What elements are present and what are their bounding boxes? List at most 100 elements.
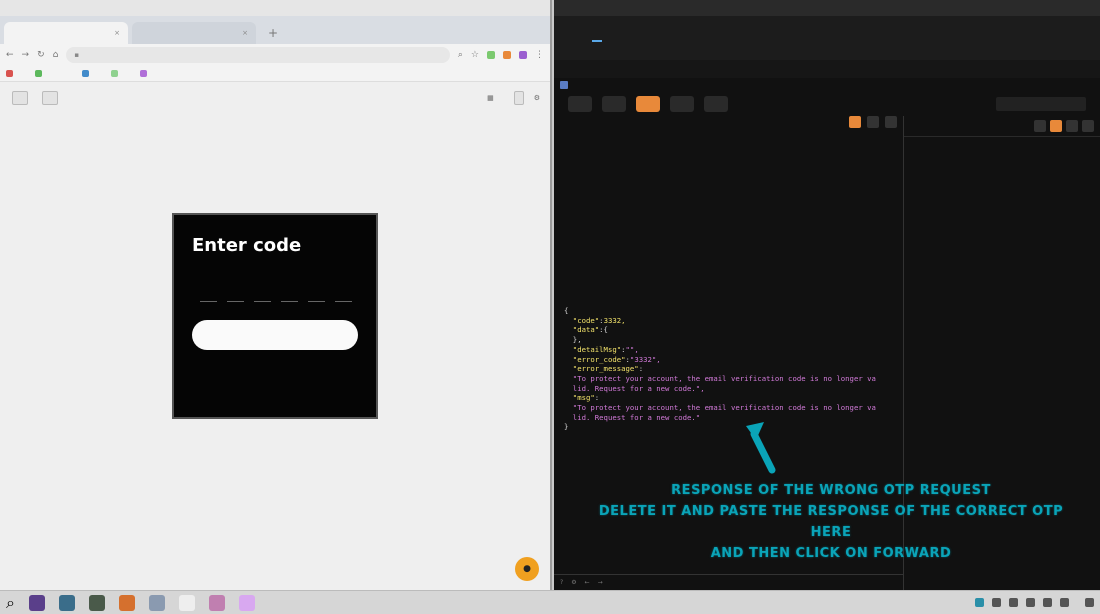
close-icon[interactable] [1082,120,1094,132]
bookmark-item[interactable] [82,70,93,77]
tool-tab[interactable] [704,28,714,42]
browser-tab[interactable]: × [132,22,256,44]
volume-icon[interactable] [1060,598,1069,607]
intercept-toggle-button[interactable] [636,96,660,112]
otp-digit-input[interactable] [254,282,271,302]
zoom-icon[interactable]: ⌕ [458,50,463,60]
info-icon [560,81,568,89]
home-icon[interactable]: ⌂ [53,50,59,60]
bookmark-item[interactable] [6,70,17,77]
bookmark-item[interactable] [140,70,151,77]
app-icon[interactable] [58,594,75,611]
browser-tab[interactable]: × [4,22,128,44]
page-toolbar-select[interactable] [513,91,524,105]
settings-icon[interactable]: ⚙ [571,579,576,586]
otp-digit-input[interactable] [281,282,298,302]
close-icon[interactable]: × [114,29,120,37]
back-icon[interactable]: ← [6,50,14,60]
settings-icon[interactable]: ⚙ [534,94,540,102]
settings-icon[interactable] [1066,120,1078,132]
proxy-subtabs [554,60,1100,78]
app-icon[interactable] [238,594,255,611]
forward-button[interactable] [568,96,592,112]
page-toolbar: ▦ ⚙ [12,90,540,106]
new-tab-button[interactable]: + [260,26,286,44]
menu-icon[interactable] [885,116,897,128]
tray-icon[interactable] [1026,598,1035,607]
close-icon[interactable]: × [242,29,248,37]
bookmark-item[interactable] [35,70,46,77]
floating-action-button[interactable]: ● [515,557,539,581]
wifi-icon[interactable] [1043,598,1052,607]
intercept-actions [554,92,1100,116]
inspector-row[interactable] [904,136,1100,150]
address-bar[interactable]: ▪ [66,47,450,63]
tool-tab[interactable] [576,28,586,42]
tool-tab-proxy[interactable] [592,28,602,42]
reload-icon[interactable]: ↻ [37,50,45,60]
help-icon[interactable]: ? [560,579,563,586]
otp-digit-input[interactable] [227,282,244,302]
tool-tab[interactable] [672,28,682,42]
otp-digit-input[interactable] [308,282,325,302]
tool-tab[interactable] [624,28,634,42]
drop-button[interactable] [602,96,626,112]
tool-tab[interactable] [656,28,666,42]
action-button[interactable] [670,96,694,112]
tray-icon[interactable] [1009,598,1018,607]
menu-icon[interactable]: ⋮ [535,50,544,60]
tool-tab[interactable] [752,28,762,42]
wrap-icon[interactable] [867,116,879,128]
editor-statusbar: ? ⚙ ← → [554,574,904,590]
bookmark-star-icon[interactable]: ☆ [471,50,479,60]
app-icon[interactable] [88,594,105,611]
tray-icon[interactable] [975,598,984,607]
otp-digit-input[interactable] [200,282,217,302]
tool-tab[interactable] [688,28,698,42]
json-brace: }, [572,335,582,345]
arrow-head [746,422,764,440]
tool-tab[interactable] [560,28,570,42]
json-key: "detailMsg" [572,344,622,354]
otp-digit-group [192,282,358,302]
search-icon[interactable]: ⌕ [6,593,15,613]
app-icon[interactable] [148,594,165,611]
layout-icon[interactable] [1034,120,1046,132]
json-key: "msg" [572,393,595,403]
app-icon[interactable] [178,594,195,611]
grid-icon[interactable]: ▦ [487,94,494,102]
bookmark-icon [82,70,89,77]
otp-dialog: Enter code [172,213,378,419]
taskbar: ⌕ [0,590,1100,614]
extension-icon[interactable] [503,51,511,59]
app-icon[interactable] [208,594,225,611]
app-icon[interactable] [118,594,135,611]
desktop: × × + ← → ↻ ⌂ ▪ ⌕ ☆ ⋮ ▦ ⚙ Enter code ● {… [0,0,1100,614]
annotation-arrow [746,422,776,474]
tool-tab[interactable] [640,28,650,42]
response-body[interactable]: { "code":3332, "data":{ }, "detailMsg":"… [564,306,876,432]
layout-icon[interactable] [1050,120,1062,132]
forward-icon[interactable]: → [598,579,603,586]
tool-tab[interactable] [608,28,618,42]
search-input[interactable] [996,97,1086,111]
tool-tab[interactable] [720,28,730,42]
app-icon[interactable] [28,594,45,611]
page-toolbar-button[interactable] [42,91,58,105]
annotation-text: RESPONSE OF THE WRONG OTP REQUEST DELETE… [596,480,1066,564]
otp-next-button[interactable] [192,320,358,350]
page-toolbar-button[interactable] [12,91,28,105]
editor-tools [849,116,897,128]
bookmarks-bar [0,66,550,82]
open-browser-button[interactable] [704,96,728,112]
extension-icon[interactable] [519,51,527,59]
otp-digit-input[interactable] [335,282,352,302]
back-icon[interactable]: ← [585,579,590,586]
tool-tab[interactable] [736,28,746,42]
tray-icon[interactable] [992,598,1001,607]
notification-icon[interactable] [1085,598,1094,607]
forward-icon[interactable]: → [22,50,30,60]
bookmark-item[interactable] [111,70,122,77]
pretty-icon[interactable] [849,116,861,128]
extension-icon[interactable] [487,51,495,59]
